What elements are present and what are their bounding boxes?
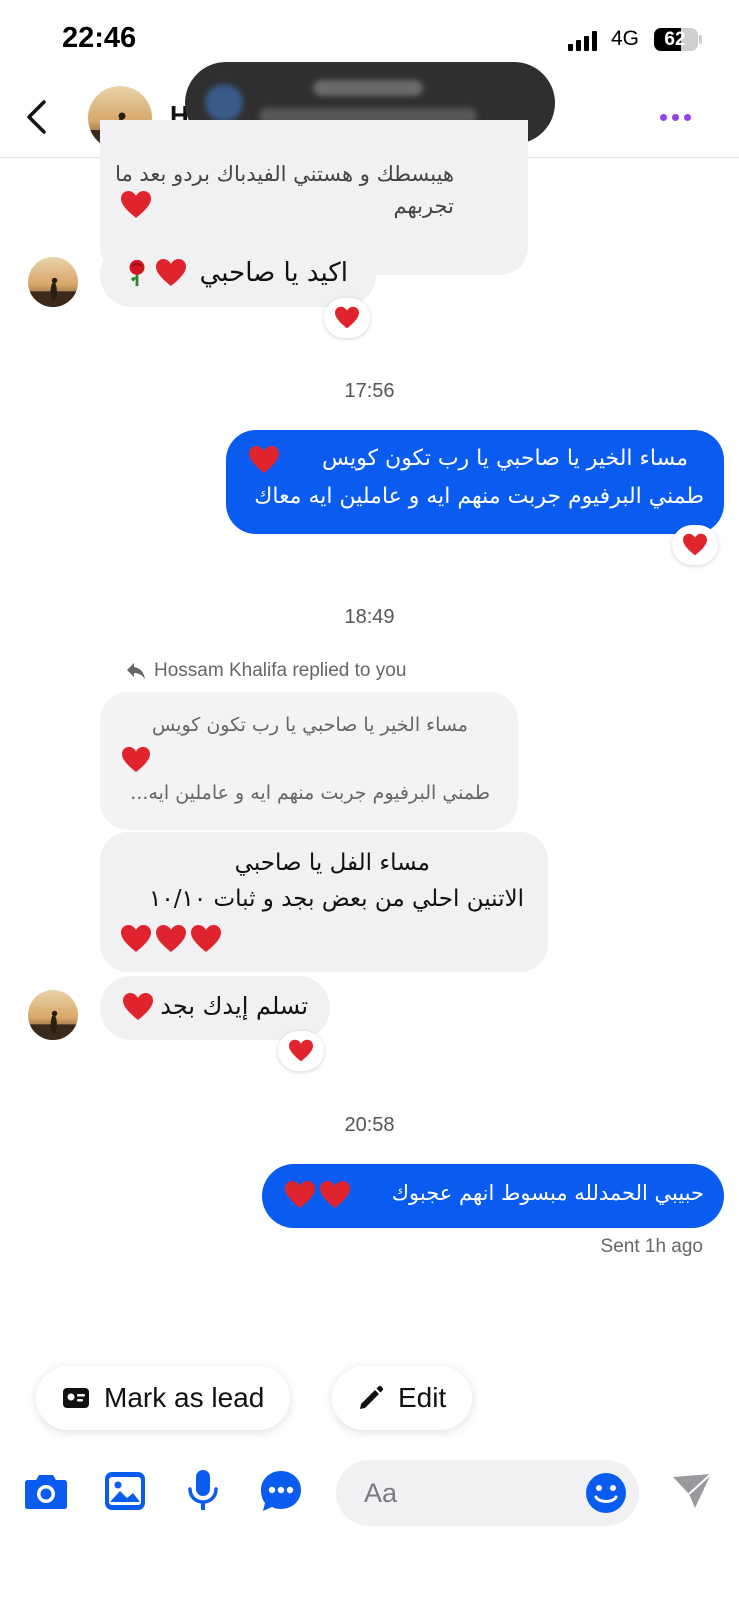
camera-button[interactable] bbox=[22, 1467, 70, 1515]
chat-screen: 22:46 4G 62 H هيبسطك و هستني الفيدباك بر… bbox=[0, 0, 739, 1600]
send-icon bbox=[673, 1473, 712, 1508]
message-text: الاتنين احلي من بعض بجد و ثبات ١٠/١٠ bbox=[149, 886, 524, 912]
microphone-icon bbox=[188, 1470, 218, 1510]
quoted-text: طمني البرفيوم جربت منهم ايه و عاملين ايه… bbox=[130, 782, 490, 804]
outgoing-message[interactable]: مساء الخير يا صاحبي يا رب تكون كويس طمني… bbox=[226, 430, 724, 534]
reply-arrow-icon bbox=[127, 663, 145, 679]
gallery-button[interactable] bbox=[101, 1467, 149, 1515]
emoji-group bbox=[120, 924, 222, 954]
pencil-icon bbox=[360, 1385, 384, 1409]
heart-reaction-icon bbox=[335, 306, 359, 329]
sender-avatar[interactable] bbox=[28, 990, 78, 1040]
more-options-button[interactable] bbox=[660, 110, 700, 124]
reply-indicator: Hossam Khalifa replied to you bbox=[126, 660, 406, 682]
more-actions-button[interactable] bbox=[257, 1467, 305, 1515]
heart-emoji-icon bbox=[121, 925, 151, 952]
emoji-icon[interactable] bbox=[585, 1472, 627, 1514]
mark-as-lead-label: Mark as lead bbox=[104, 1382, 265, 1413]
heart-emoji-icon bbox=[191, 925, 221, 952]
more-dot bbox=[672, 113, 679, 121]
incoming-message[interactable]: مساء الفل يا صاحبي الاتنين احلي من بعض ب… bbox=[100, 832, 548, 972]
heart-emoji-icon bbox=[121, 191, 151, 218]
message-text: حبيبي الحمدلله مبسوط انهم عجبوك bbox=[391, 1181, 704, 1205]
heart-emoji-icon bbox=[156, 259, 186, 286]
quoted-message[interactable]: مساء الخير يا صاحبي يا رب تكون كويس طمني… bbox=[100, 692, 518, 830]
rose-emoji-icon bbox=[129, 259, 145, 287]
reply-label-text: Hossam Khalifa replied to you bbox=[154, 660, 407, 681]
edit-button[interactable]: Edit bbox=[332, 1366, 473, 1430]
gallery-icon bbox=[105, 1472, 145, 1510]
heart-emoji-icon bbox=[123, 993, 153, 1020]
message-text: اكيد يا صاحبي bbox=[199, 258, 348, 288]
message-text: هيبسطك و هستني الفيدباك بردو بعد ما bbox=[115, 162, 454, 186]
message-input-field[interactable] bbox=[336, 1460, 639, 1526]
network-type: 4G bbox=[611, 27, 640, 50]
heart-reaction-icon bbox=[683, 533, 707, 556]
quoted-text: مساء الخير يا صاحبي يا رب تكون كويس bbox=[151, 714, 468, 736]
emoji-group bbox=[284, 1180, 351, 1210]
outgoing-message[interactable]: حبيبي الحمدلله مبسوط انهم عجبوك bbox=[262, 1164, 724, 1228]
heart-emoji-icon bbox=[285, 1181, 315, 1208]
edit-label: Edit bbox=[398, 1382, 447, 1413]
notification-title-blurred bbox=[313, 80, 423, 96]
sender-avatar[interactable] bbox=[28, 257, 78, 307]
reaction-badge[interactable] bbox=[324, 298, 370, 338]
message-text: تسلم إيدك بجد bbox=[160, 992, 308, 1020]
chevron-left-icon bbox=[27, 100, 46, 134]
battery-icon: 62 bbox=[654, 28, 698, 51]
heart-emoji-icon bbox=[249, 446, 279, 473]
message-text: مساء الخير يا صاحبي يا رب تكون كويس bbox=[322, 446, 688, 471]
reaction-badge[interactable] bbox=[278, 1031, 324, 1071]
message-text: تجربهم bbox=[393, 194, 455, 218]
battery-cap bbox=[699, 35, 702, 44]
message-text: مساء الفل يا صاحبي bbox=[234, 850, 430, 876]
status-time: 22:46 bbox=[62, 22, 137, 54]
send-button[interactable] bbox=[668, 1467, 716, 1515]
reaction-badge[interactable] bbox=[672, 525, 718, 565]
heart-emoji-icon bbox=[320, 1181, 350, 1208]
lead-card-icon bbox=[63, 1388, 89, 1408]
signal-icon bbox=[568, 29, 600, 51]
battery-level: 62 bbox=[664, 29, 686, 50]
heart-emoji-icon bbox=[122, 746, 150, 773]
message-text: طمني البرفيوم جربت منهم ايه و عاملين ايه… bbox=[254, 484, 704, 509]
more-dots-icon bbox=[660, 113, 667, 121]
timestamp-separator: 17:56 bbox=[344, 380, 395, 402]
heart-reaction-icon bbox=[289, 1039, 313, 1062]
chat-bubble-icon bbox=[261, 1471, 301, 1511]
message-input[interactable] bbox=[364, 1474, 564, 1512]
more-dot bbox=[684, 113, 691, 121]
back-button[interactable] bbox=[14, 94, 60, 140]
incoming-message[interactable]: اكيد يا صاحبي bbox=[100, 243, 376, 307]
timestamp-separator: 20:58 bbox=[344, 1114, 395, 1136]
timestamp-separator: 18:49 bbox=[344, 606, 395, 628]
notification-icon bbox=[205, 84, 243, 122]
sent-status: Sent 1h ago bbox=[600, 1236, 703, 1257]
emoji-group bbox=[122, 258, 187, 288]
camera-icon bbox=[25, 1475, 67, 1509]
mark-as-lead-button[interactable]: Mark as lead bbox=[36, 1366, 291, 1430]
heart-emoji-icon bbox=[156, 925, 186, 952]
microphone-button[interactable] bbox=[179, 1467, 227, 1515]
